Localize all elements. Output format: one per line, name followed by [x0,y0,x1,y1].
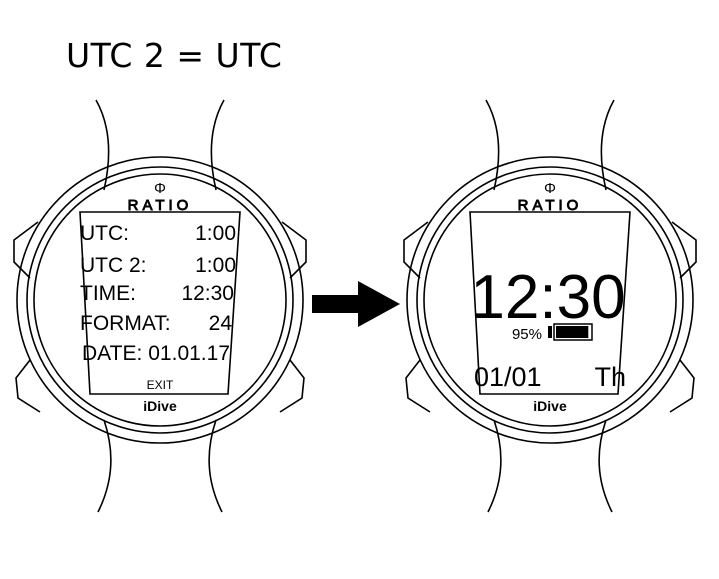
brand-logo: RATIO [518,197,583,214]
brand-symbol: Φ [544,180,556,197]
menu-value: 24 [209,312,233,335]
menu-value: 1:00 [195,254,236,277]
menu-value: 01.01.17 [148,342,230,365]
menu-label: DATE: [82,342,142,365]
date-display: 01/01 [474,362,542,392]
strap-top-left [95,99,225,191]
brand-left: Φ RATIO [127,180,193,214]
battery-percent: 95% [512,326,542,343]
menu-label: UTC: [80,222,129,245]
brand-logo: RATIO [128,197,193,214]
strap-top-right [485,99,615,191]
weekday-display: Th [594,362,626,392]
menu-label: FORMAT: [80,312,171,335]
model-label: iDive [143,398,177,414]
button-lower-left [405,359,431,413]
display-right: 12:30 95% 01/01 Th [470,263,626,392]
battery-icon [548,323,593,341]
watch-left [13,99,307,513]
time-display: 12:30 [470,263,625,332]
menu-value: 1:00 [195,222,236,245]
menu-value: 12:30 [181,282,234,305]
model-label: iDive [533,398,567,414]
button-lower-right [279,359,305,413]
exit-label: EXIT [147,378,174,392]
watch-diagram: Φ RATIO UTC: 1:00 UTC 2: 1:00 TIME: 12:3… [13,99,697,513]
right-arrow-icon [312,281,400,327]
button-lower-right [669,359,695,413]
menu-label: UTC 2: [80,254,147,277]
brand-right: Φ RATIO [517,180,583,214]
menu-label: TIME: [80,282,136,305]
brand-symbol: Φ [154,180,166,197]
menu-left: UTC: 1:00 UTC 2: 1:00 TIME: 12:30 FORMAT… [80,222,236,392]
button-lower-left [15,359,41,413]
